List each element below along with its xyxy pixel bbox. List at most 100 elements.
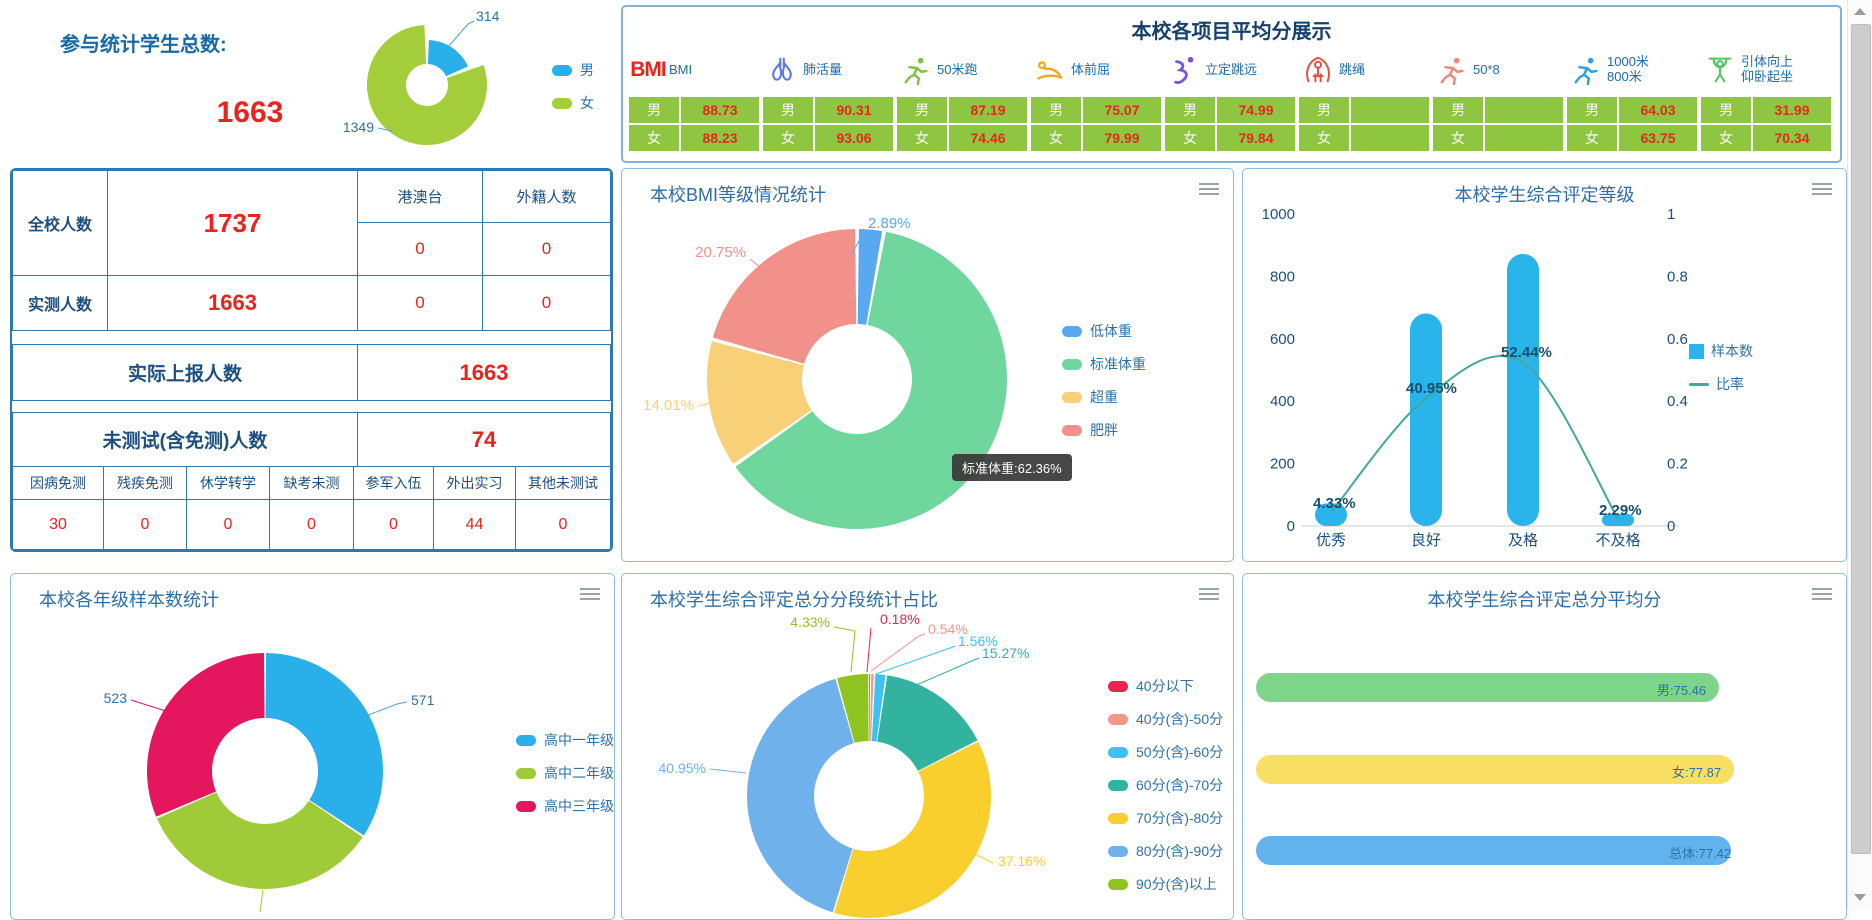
label-leader-line bbox=[871, 634, 925, 671]
average-score-bar[interactable]: 女:77.87 bbox=[1256, 755, 1734, 784]
panel-bmi-levels: 本校BMI等级情况统计 2.89%20.75%14.01% 低体重标准体重超重肥… bbox=[621, 168, 1234, 562]
rating-legend: 样本数比率 bbox=[1689, 341, 1753, 407]
legend-item[interactable]: 高中三年级 bbox=[516, 796, 614, 816]
project-group: 体前屈男75.07女79.99 bbox=[1031, 43, 1165, 151]
untested-breakdown-value: 44 bbox=[433, 499, 516, 550]
project-group: BMIBMI男88.73女88.23 bbox=[629, 43, 763, 151]
bar-label: 总体:77.42 bbox=[1669, 843, 1731, 862]
pie-slice[interactable] bbox=[834, 742, 991, 918]
legend-item[interactable]: 高中二年级 bbox=[516, 763, 614, 783]
pie-slice[interactable] bbox=[265, 653, 383, 835]
scrollbar-thumb[interactable] bbox=[1851, 24, 1871, 854]
legend-item[interactable]: 样本数 bbox=[1689, 341, 1753, 361]
female-row-label: 女 bbox=[1567, 125, 1617, 151]
y-right-tick-label: 0 bbox=[1667, 518, 1675, 535]
average-score-bar[interactable]: 男:75.46 bbox=[1256, 673, 1719, 702]
legend-item[interactable]: 女 bbox=[552, 93, 594, 113]
pie-slice[interactable] bbox=[367, 25, 487, 145]
legend-swatch-icon bbox=[1062, 392, 1082, 403]
legend-label: 70分(含)-80分 bbox=[1136, 808, 1223, 828]
legend-label: 比率 bbox=[1716, 374, 1744, 394]
chart-tooltip: 标准体重:62.36% bbox=[952, 454, 1072, 481]
male-row-label: 男 bbox=[763, 97, 813, 123]
pie-slice[interactable] bbox=[869, 674, 870, 741]
female-score-value: 79.99 bbox=[1083, 125, 1161, 151]
pie-label: 4.33% bbox=[790, 614, 830, 630]
legend-swatch-icon bbox=[1108, 846, 1128, 857]
legend-swatch-icon bbox=[516, 735, 536, 746]
projects-row: BMIBMI男88.73女88.23肺活量男90.31女93.0650米跑男87… bbox=[629, 43, 1835, 151]
project-header: 体前屈 bbox=[1031, 43, 1165, 97]
untested-breakdown-header: 缺考未测 bbox=[269, 466, 354, 500]
legend-item[interactable]: 80分(含)-90分 bbox=[1108, 841, 1223, 861]
legend-swatch-icon bbox=[1062, 425, 1082, 436]
legend-item[interactable]: 40分以下 bbox=[1108, 676, 1223, 696]
rating-bar-line-chart[interactable]: 0200400600800100000.20.40.60.814.33%40.9… bbox=[1243, 169, 1846, 561]
legend-item[interactable]: 比率 bbox=[1689, 374, 1753, 394]
pie-slice[interactable] bbox=[428, 40, 468, 76]
pie-slice[interactable] bbox=[147, 653, 265, 817]
male-row-label: 男 bbox=[1433, 97, 1483, 123]
legend-label: 样本数 bbox=[1711, 341, 1753, 361]
bar-label: 男:75.46 bbox=[1657, 680, 1706, 699]
segments-legend: 40分以下 40分(含)-50分 50分(含)-60分 60分(含)-70分 70分(含… bbox=[1108, 676, 1223, 907]
legend-item[interactable]: 60分(含)-70分 bbox=[1108, 775, 1223, 795]
project-header: 50*8 bbox=[1433, 43, 1567, 97]
male-score-value bbox=[1485, 97, 1563, 123]
legend-swatch-icon bbox=[1108, 747, 1128, 758]
average-score-bar[interactable]: 总体:77.42 bbox=[1256, 836, 1731, 865]
legend-item[interactable]: 70分(含)-80分 bbox=[1108, 808, 1223, 828]
legend-item[interactable]: 标准体重 bbox=[1062, 354, 1146, 374]
bmi-legend: 低体重标准体重超重肥胖 bbox=[1062, 321, 1146, 453]
female-row-label: 女 bbox=[897, 125, 947, 151]
x-category-label: 不及格 bbox=[1595, 532, 1640, 549]
legend-item[interactable]: 90分(含)以上 bbox=[1108, 874, 1223, 894]
male-score-value bbox=[1351, 97, 1429, 123]
legend-swatch-icon bbox=[1108, 780, 1128, 791]
project-label: 体前屈 bbox=[1071, 63, 1110, 78]
untested-breakdown-header: 参军入伍 bbox=[353, 466, 434, 500]
legend-label: 女 bbox=[580, 93, 594, 113]
legend-item[interactable]: 50分(含)-60分 bbox=[1108, 742, 1223, 762]
male-row-label: 男 bbox=[1165, 97, 1215, 123]
dashboard-root: 参与统计学生总数: 1663 3141349 男女 本校各项目平均分展示 BMI… bbox=[0, 0, 1872, 909]
pie-label: 20.75% bbox=[695, 244, 746, 261]
scrollbar-up-arrow-icon[interactable] bbox=[1854, 8, 1866, 15]
sample-count-bar[interactable] bbox=[1507, 254, 1539, 526]
project-score-cells: 男31.99女70.34 bbox=[1701, 97, 1835, 151]
female-row-label: 女 bbox=[1299, 125, 1349, 151]
hmt-header: 港澳台 bbox=[357, 170, 483, 223]
y-right-tick-label: 1 bbox=[1667, 206, 1675, 223]
legend-item[interactable]: 超重 bbox=[1062, 387, 1146, 407]
hmt-value-row2: 0 bbox=[357, 275, 483, 331]
legend-item[interactable]: 低体重 bbox=[1062, 321, 1146, 341]
legend-item[interactable]: 男 bbox=[552, 60, 594, 80]
foreign-header: 外籍人数 bbox=[482, 170, 611, 223]
sample-count-bar[interactable] bbox=[1410, 314, 1442, 526]
pie-label: 523 bbox=[104, 690, 128, 706]
female-score-value: 74.46 bbox=[949, 125, 1027, 151]
label-leader-line bbox=[448, 21, 474, 47]
untested-breakdown-value: 0 bbox=[269, 499, 354, 550]
project-header: 跳绳 bbox=[1299, 43, 1433, 97]
pie-label: 571 bbox=[411, 692, 435, 708]
legend-swatch-icon bbox=[1062, 326, 1082, 337]
hmt-value-row1: 0 bbox=[357, 222, 483, 276]
project-header: 肺活量 bbox=[763, 43, 897, 97]
project-score-cells: 男75.07女79.99 bbox=[1031, 97, 1165, 151]
legend-item[interactable]: 肥胖 bbox=[1062, 420, 1146, 440]
untested-breakdown-value: 0 bbox=[515, 499, 611, 550]
label-leader-line bbox=[834, 627, 855, 672]
y-right-tick-label: 0.8 bbox=[1667, 268, 1688, 285]
untested-breakdown-value: 30 bbox=[12, 499, 104, 550]
legend-item[interactable]: 40分(含)-50分 bbox=[1108, 709, 1223, 729]
vertical-scrollbar[interactable] bbox=[1847, 0, 1872, 909]
legend-item[interactable]: 高中一年级 bbox=[516, 730, 614, 750]
female-score-value: 93.06 bbox=[815, 125, 893, 151]
pie-slice[interactable] bbox=[747, 679, 854, 913]
label-leader-line bbox=[363, 702, 407, 717]
female-row-label: 女 bbox=[1701, 125, 1751, 151]
scrollbar-down-arrow-icon[interactable] bbox=[1854, 894, 1866, 901]
male-row-label: 男 bbox=[1299, 97, 1349, 123]
run50x8-icon bbox=[1435, 55, 1469, 85]
